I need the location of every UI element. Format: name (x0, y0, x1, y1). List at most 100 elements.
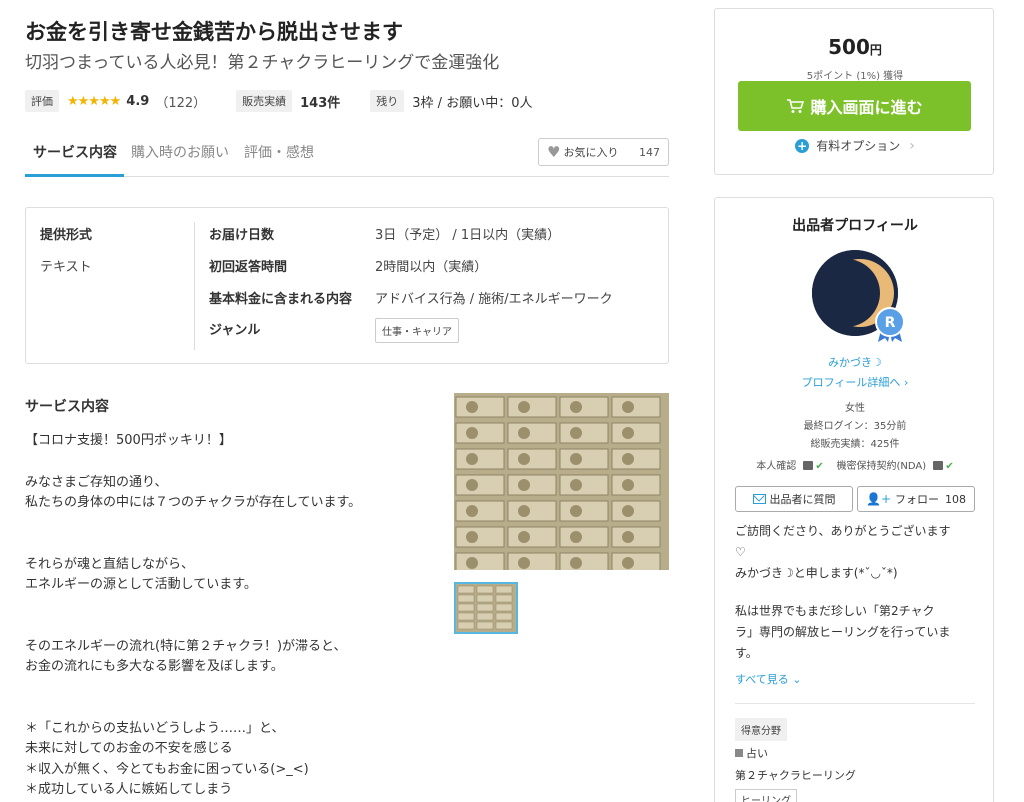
tab-service-content[interactable]: サービス内容 (33, 142, 117, 162)
ask-seller-label: 出品者に質問 (769, 493, 836, 506)
delivery-value: 3日（予定） / 1日以内（実績） (375, 228, 561, 243)
skill-category: 占い (735, 745, 768, 761)
service-meta: 評価 ★★★★★ 4.9 （122） 販売実績 143件 残り 3枠 / お願い… (25, 90, 532, 112)
tab-purchase-request[interactable]: 購入時のお願い (131, 142, 229, 162)
follow-count: 108 (945, 492, 966, 506)
verification-status: 本人確認 ✔ 機密保持契約(NDA) ✔ (715, 457, 995, 472)
follow-button[interactable]: 👤+ フォロー 108 (857, 486, 975, 512)
mail-icon (752, 494, 766, 504)
remain-tag: 残り (370, 90, 405, 112)
delivery-label: お届け日数 (209, 228, 275, 243)
banknotes-image (454, 393, 669, 570)
spec-divider (194, 222, 195, 350)
service-main-image[interactable] (454, 393, 669, 570)
skill-category-label: 占い (746, 747, 768, 760)
active-tab-underline (25, 174, 124, 177)
intro-line: みかづき☽と申します(*ˇ◡ˇ*) (735, 566, 898, 580)
genre-tag-link[interactable]: 仕事・キャリア (375, 318, 459, 343)
content-line: ＊「これからの支払いどうしよう……」と、 (25, 721, 285, 736)
rating-count-link[interactable]: （122） (155, 92, 206, 111)
cart-icon (787, 99, 805, 113)
chevron-right-icon: › (909, 137, 915, 154)
content-line: お金の流れにも多大なる影響を及ぼします。 (25, 659, 284, 674)
service-subtitle: 切羽つまっている人必見！第２チャクラヒーリングで金運強化 (25, 53, 500, 73)
profile-title: 出品者プロフィール (792, 218, 918, 234)
person-plus-icon: 👤+ (866, 492, 891, 506)
price: 500円 (715, 35, 995, 59)
remain-text: 3枠 / お願い中：0人 (412, 95, 533, 111)
follow-label: フォロー (895, 493, 939, 506)
first-reply-value: 2時間以内（実績） (375, 260, 488, 275)
svg-text:R: R (885, 315, 896, 331)
content-line: みなさまご存知の通り、 (25, 475, 168, 490)
paid-options-label: 有料オプション (816, 139, 901, 153)
content-line: エネルギーの源として活動しています。 (25, 577, 257, 592)
paid-options-link[interactable]: + 有料オプション › (715, 137, 995, 154)
skill-name: 第２チャクラヒーリング (735, 769, 856, 782)
see-all-label: すべて見る (735, 673, 789, 686)
sold-count: 143件 (300, 95, 341, 111)
content-tabs: サービス内容 購入時のお願い 評価・感想 ♥ お気に入り 147 (25, 134, 669, 177)
intro-line: す。 (735, 646, 758, 660)
buy-button-label: 購入画面に進む (810, 98, 923, 117)
content-line: ＊成功している人に嫉妬してしまう (25, 782, 233, 797)
price-card: 500円 5ポイント (1%) 獲得 購入画面に進む + 有料オプション › (714, 8, 994, 175)
profile-detail-link[interactable]: プロフィール詳細へ › (715, 374, 995, 390)
content-line: ＊収入が無く、今とてもお金に困っている(>_<) (25, 762, 309, 777)
intro-line: 私は世界でもまだ珍しい「第2チャク (735, 604, 935, 618)
id-verify-label: 本人確認 (756, 461, 797, 472)
ask-seller-button[interactable]: 出品者に質問 (735, 486, 853, 512)
profile-detail-label: プロフィール詳細へ (801, 376, 901, 389)
rating-tag: 評価 (25, 90, 59, 112)
seller-profile-card: 出品者プロフィール R みかづき☽ プロフィール詳細へ › 女性 最終ログイン：… (714, 197, 994, 802)
pro-badge-icon: R (875, 307, 905, 342)
content-line: それらが魂と直結しながら、 (25, 557, 195, 572)
check-icon: ✔ (815, 461, 824, 472)
favorite-button[interactable]: ♥ お気に入り 147 (538, 138, 669, 166)
rating-stars: ★★★★★ (67, 93, 121, 109)
chevron-down-icon: ⌄ (792, 673, 802, 686)
plus-circle-icon: + (795, 138, 810, 153)
content-heading: サービス内容 (25, 399, 109, 415)
document-icon (933, 461, 944, 470)
see-all-link[interactable]: すべて見る ⌄ (735, 671, 802, 687)
chevron-right-icon: › (903, 376, 909, 389)
service-spec-box: 提供形式 テキスト お届け日数 3日（予定） / 1日以内（実績） 初回返答時間… (25, 207, 669, 364)
check-icon: ✔ (945, 461, 954, 472)
skill-sub-tag[interactable]: ヒーリング (735, 789, 797, 802)
content-line: 【コロナ支援！500円ポッキリ！】 (25, 433, 232, 448)
price-value: 500 (828, 35, 870, 59)
banknotes-thumbnail (456, 584, 516, 632)
divider (735, 703, 975, 704)
id-card-icon (803, 461, 814, 470)
content-line: 未来に対してのお金の不安を感じる (25, 741, 233, 756)
intro-line: ご訪問くださり、ありがとうございます (735, 524, 951, 538)
price-unit: 円 (869, 43, 882, 57)
thumbnail-image[interactable] (454, 582, 518, 634)
included-label: 基本料金に含まれる内容 (209, 292, 353, 307)
favorite-count: 147 (639, 145, 660, 159)
first-reply-label: 初回返答時間 (209, 260, 288, 275)
included-value: アドバイス行為 / 施術/エネルギーワーク (375, 292, 613, 307)
intro-line: ♡ (735, 545, 746, 559)
profile-actions: 出品者に質問 👤+ フォロー 108 (735, 486, 975, 512)
nda-label: 機密保持契約(NDA) (836, 461, 927, 472)
seller-name-link[interactable]: みかづき☽ (715, 354, 995, 370)
content-line: そのエネルギーの流れ(特に第２チャクラ！)が滞ると、 (25, 639, 347, 654)
square-bullet-icon (735, 749, 743, 757)
format-value: テキスト (40, 260, 92, 275)
tab-reviews[interactable]: 評価・感想 (244, 142, 314, 162)
intro-line: ラ」専門の解放ヒーリングを行っていま (735, 625, 951, 639)
genre-label: ジャンル (209, 323, 261, 338)
content-line: 私たちの身体の中には７つのチャクラが存在しています。 (25, 495, 362, 510)
buy-button[interactable]: 購入画面に進む (738, 81, 971, 131)
favorite-label: お気に入り (563, 146, 619, 159)
sold-tag: 販売実績 (236, 90, 293, 112)
format-label: 提供形式 (40, 228, 93, 243)
points-earned: 5ポイント (1%) 獲得 (806, 71, 904, 82)
seller-total-sales: 総販売実績：425件 (810, 439, 900, 450)
heart-icon: ♥ (547, 143, 561, 161)
skills-tag: 得意分野 (735, 718, 787, 741)
rating-value: 4.9 (126, 93, 150, 109)
service-title: お金を引き寄せ金銭苦から脱出させます (25, 20, 403, 44)
